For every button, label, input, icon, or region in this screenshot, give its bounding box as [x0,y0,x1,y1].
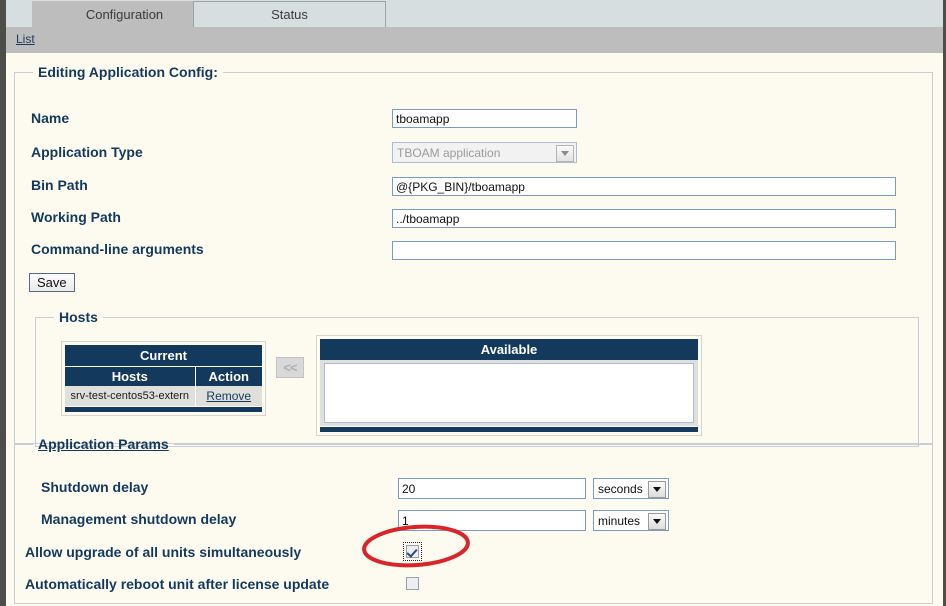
tab-configuration[interactable]: Configuration [32,1,217,27]
name-input[interactable] [392,109,577,128]
label-management-shutdown-delay: Management shutdown delay [41,511,236,527]
editing-panel-legend: Editing Application Config: [33,64,223,80]
command-line-arguments-input[interactable] [392,241,896,260]
working-path-input[interactable] [392,209,896,228]
toolbar: List [6,27,943,53]
current-hosts-col-action: Action [195,367,262,387]
label-working-path: Working Path [31,209,121,225]
application-type-select[interactable]: TBOAM application [392,142,577,163]
app-window: Configuration Status List Editing Applic… [0,0,946,606]
available-hosts-listbox[interactable] [324,363,694,423]
editing-application-config-panel: Editing Application Config: Name Applica… [14,64,933,444]
shutdown-delay-input[interactable] [398,478,586,499]
param-row-shutdown-delay: Shutdown delay seconds [15,474,932,506]
chevron-down-icon [556,145,574,162]
label-command-line-arguments: Command-line arguments [31,241,204,257]
current-hosts-table: Current Hosts Action srv-test-centos53-e… [65,345,262,406]
tab-status[interactable]: Status [193,1,386,27]
list-link[interactable]: List [16,32,35,46]
chevron-down-icon [648,513,666,530]
auto-reboot-checkbox[interactable] [406,577,419,590]
field-row-name: Name [15,106,932,138]
remove-host-link[interactable]: Remove [206,389,251,403]
application-type-value: TBOAM application [397,146,500,160]
param-row-auto-reboot: Automatically reboot unit after license … [15,570,932,602]
management-shutdown-delay-unit-select[interactable]: minutes [593,510,669,531]
field-row-command-line-arguments: Command-line arguments [15,236,932,268]
current-hosts-table-wrapper: Current Hosts Action srv-test-centos53-e… [61,341,266,416]
field-row-application-type: Application Type TBOAM application [15,139,932,171]
field-row-bin-path: Bin Path [15,172,932,204]
label-application-type: Application Type [31,144,143,160]
label-name: Name [31,110,69,126]
current-hosts-col-hosts: Hosts [65,367,195,387]
label-bin-path: Bin Path [31,177,88,193]
current-host-name: srv-test-centos53-extern [65,386,195,406]
allow-upgrade-checkbox[interactable] [406,545,419,558]
page-body: Editing Application Config: Name Applica… [6,53,943,606]
shutdown-delay-unit-value: seconds [598,482,643,496]
chevron-down-icon [648,481,666,498]
tab-configuration-label: Configuration [86,7,163,22]
management-shutdown-delay-unit-value: minutes [598,514,640,528]
available-hosts-wrapper: Available [316,335,702,436]
bin-path-input[interactable] [392,177,896,196]
management-shutdown-delay-input[interactable] [398,510,586,531]
table-row: srv-test-centos53-extern Remove [65,386,262,406]
available-hosts-listbg [320,360,698,426]
application-params-panel: Application Params Shutdown delay second… [14,436,933,604]
available-hosts-title: Available [320,339,698,360]
tab-bar: Configuration Status [6,0,943,27]
current-host-action-cell: Remove [195,386,262,406]
save-button[interactable]: Save [29,273,75,292]
tab-status-label: Status [271,7,308,22]
field-row-working-path: Working Path [15,204,932,236]
available-hosts-footer [320,427,698,432]
label-auto-reboot: Automatically reboot unit after license … [25,576,329,592]
label-allow-upgrade: Allow upgrade of all units simultaneousl… [25,544,301,560]
current-hosts-table-footer [65,407,262,412]
param-row-allow-upgrade: Allow upgrade of all units simultaneousl… [15,538,932,570]
current-hosts-title: Current [65,345,262,367]
shutdown-delay-unit-select[interactable]: seconds [593,478,669,499]
move-left-button[interactable]: << [276,357,304,378]
hosts-panel: Hosts Current Hosts Action [35,309,919,447]
application-params-legend: Application Params [33,436,174,452]
label-shutdown-delay: Shutdown delay [41,479,148,495]
hosts-panel-legend: Hosts [54,309,103,325]
param-row-management-shutdown-delay: Management shutdown delay minutes [15,506,932,538]
